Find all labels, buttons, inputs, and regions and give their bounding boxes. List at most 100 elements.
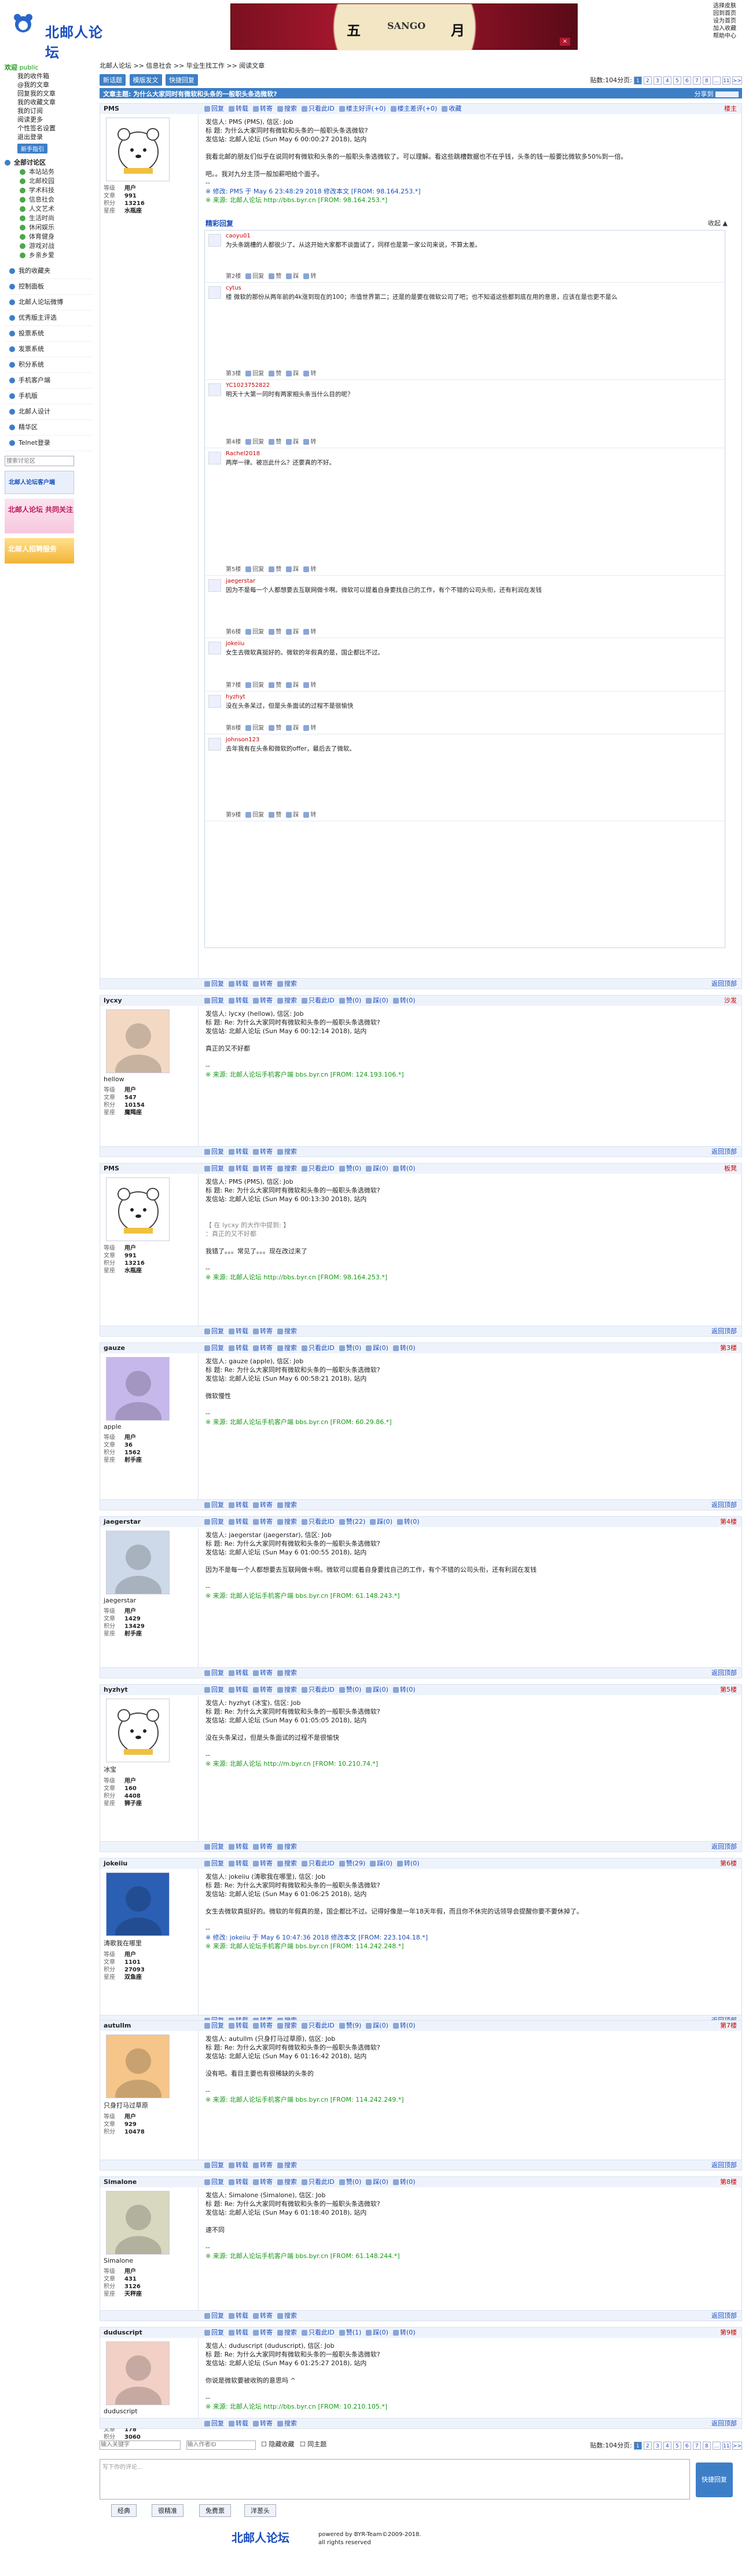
post-author[interactable]: jokeiiu [104, 1860, 127, 1867]
avatar[interactable] [106, 2035, 170, 2098]
nav-user-link[interactable]: 我的收件箱 [17, 72, 93, 80]
comment-author[interactable]: jokeiiu [226, 641, 244, 647]
floor-label[interactable]: 第6楼 [720, 1858, 737, 1869]
post-action-link[interactable]: 转(0) [400, 1344, 416, 1352]
post-action-link[interactable]: 转寄 [260, 1344, 273, 1352]
comment-floor[interactable]: 第2楼 [226, 273, 241, 280]
footer-action-link[interactable]: 转寄 [260, 1148, 273, 1155]
back-to-top-link[interactable]: 返回顶部 [711, 2418, 737, 2429]
comment-action[interactable]: 转 [310, 439, 316, 445]
comment-floor[interactable]: 第6楼 [226, 629, 241, 635]
username[interactable]: public [20, 64, 39, 71]
post-action-link[interactable]: 踩(0) [373, 2329, 388, 2336]
hide-fav-checkbox[interactable]: ☐ 隐藏收藏 [261, 2440, 294, 2448]
post-action-link[interactable]: 转(0) [400, 2329, 416, 2336]
post-action-link[interactable]: 转载 [236, 997, 248, 1004]
comment-floor[interactable]: 第7楼 [226, 682, 241, 689]
post-action-link[interactable]: 转(0) [400, 1686, 416, 1693]
top-link[interactable]: 选择皮肤 [713, 2, 747, 10]
comment-author[interactable]: johnson123 [226, 737, 259, 743]
comment-author[interactable]: hyzhyt [226, 694, 245, 700]
page-link[interactable]: 8 [702, 76, 711, 85]
footer-action-link[interactable]: 转寄 [260, 2420, 273, 2427]
page-link[interactable]: 4 [663, 76, 671, 85]
same-topic-checkbox[interactable]: ☐ 同主题 [300, 2440, 326, 2448]
post-action-link[interactable]: 回复 [211, 1165, 224, 1172]
nav-section-item[interactable]: 本站站务 [5, 167, 93, 177]
post-action-link[interactable]: 回复 [211, 2329, 224, 2336]
post-action-link[interactable]: 转(0) [400, 997, 416, 1004]
breadcrumb[interactable]: 北邮人论坛 >> 信息社会 >> 毕业生找工作 >> 阅读文章 [100, 61, 742, 71]
footer-action-link[interactable]: 回复 [211, 980, 224, 987]
back-to-top-link[interactable]: 返回顶部 [711, 1326, 737, 1337]
comment-action[interactable]: 赞 [276, 812, 281, 818]
back-to-top-link[interactable]: 返回顶部 [711, 1842, 737, 1852]
post-action-link[interactable]: 转载 [236, 2022, 248, 2029]
footer-action-link[interactable]: 转载 [236, 1843, 248, 1850]
comment-action[interactable]: 回复 [252, 812, 264, 818]
nav-section-item[interactable]: 人文艺术 [5, 204, 93, 214]
post-action-link[interactable]: 搜索 [284, 997, 297, 1004]
comment-action[interactable]: 转 [310, 682, 316, 689]
quick-phrase-button[interactable]: 洋葱头 [244, 2504, 276, 2517]
top-link[interactable]: 帮助中心 [713, 32, 747, 40]
post-action-link[interactable]: 只看此ID [309, 1686, 335, 1693]
quick-phrase-button[interactable]: 很精准 [152, 2504, 183, 2517]
post-action-link[interactable]: 转寄 [260, 2329, 273, 2336]
page-link[interactable]: 3 [653, 76, 662, 85]
post-action-link[interactable]: 搜索 [284, 2178, 297, 2186]
comment-floor[interactable]: 第3楼 [226, 371, 241, 377]
back-to-top-link[interactable]: 返回顶部 [711, 2311, 737, 2321]
quick-reply-button[interactable]: 快捷回复 [166, 74, 198, 86]
post-action-link[interactable]: 转寄 [260, 1165, 273, 1172]
comment-action[interactable]: 回复 [252, 629, 264, 635]
reply-textarea[interactable]: 写下你的评论... [100, 2459, 690, 2500]
comment-action[interactable]: 赞 [276, 439, 281, 445]
nav-section-item[interactable]: 学术科技 [5, 186, 93, 195]
post-action-link[interactable]: 只看此ID [309, 1518, 335, 1525]
share-link[interactable]: 分享到 [695, 89, 739, 98]
page-link[interactable]: 2 [643, 2442, 652, 2450]
avatar[interactable] [106, 1177, 170, 1241]
avatar[interactable] [106, 1531, 170, 1594]
post-action-link[interactable]: 转(0) [400, 2178, 416, 2186]
footer-action-link[interactable]: 回复 [211, 1669, 224, 1677]
post-action-link[interactable]: 赞(0) [346, 1165, 362, 1172]
post-action-link[interactable]: 转载 [236, 1344, 248, 1352]
back-to-top-link[interactable]: 返回顶部 [711, 1500, 737, 1510]
footer-action-link[interactable]: 搜索 [284, 2420, 297, 2427]
nav-user-link[interactable]: 个性签名设置 [17, 124, 93, 133]
post-action-link[interactable]: 踩(0) [377, 1518, 392, 1525]
post-action-link[interactable]: 转载 [236, 105, 248, 112]
nav-row-item[interactable]: 投票系统 [5, 326, 93, 342]
floor-label[interactable]: 第5楼 [720, 1685, 737, 1695]
avatar[interactable] [106, 2341, 170, 2405]
comment-action[interactable]: 回复 [252, 566, 264, 573]
comment-avatar[interactable] [208, 579, 221, 592]
avatar[interactable] [106, 2191, 170, 2255]
post-action-link[interactable]: 赞(0) [346, 997, 362, 1004]
post-action-link[interactable]: 踩(0) [373, 2022, 388, 2029]
footer-action-link[interactable]: 转载 [236, 2312, 248, 2319]
comment-avatar[interactable] [208, 695, 221, 708]
post-action-link[interactable]: 赞(0) [346, 2178, 362, 2186]
close-icon[interactable]: × [560, 38, 570, 46]
post-action-link[interactable]: 赞(0) [346, 1686, 362, 1693]
template-post-button[interactable]: 模版发文 [129, 74, 162, 86]
post-action-link[interactable]: 搜索 [284, 1344, 297, 1352]
nav-section-item[interactable]: 信息社会 [5, 195, 93, 204]
footer-action-link[interactable]: 搜索 [284, 1501, 297, 1509]
comment-author[interactable]: cytus [226, 285, 241, 291]
post-action-link[interactable]: 回复 [211, 1686, 224, 1693]
post-author[interactable]: PMS [104, 1165, 119, 1172]
comment-avatar[interactable] [208, 286, 221, 299]
post-action-link[interactable]: 楼主好评(+0) [346, 105, 386, 112]
comment-avatar[interactable] [208, 738, 221, 751]
post-action-link[interactable]: 回复 [211, 1518, 224, 1525]
comment-floor[interactable]: 第5楼 [226, 566, 241, 573]
avatar[interactable] [106, 1872, 170, 1936]
comment-action[interactable]: 踩 [293, 629, 299, 635]
post-action-link[interactable]: 转寄 [260, 1518, 273, 1525]
floor-label[interactable]: 第7楼 [720, 2021, 737, 2031]
nav-user-link[interactable]: 阅读更多 [17, 115, 93, 124]
